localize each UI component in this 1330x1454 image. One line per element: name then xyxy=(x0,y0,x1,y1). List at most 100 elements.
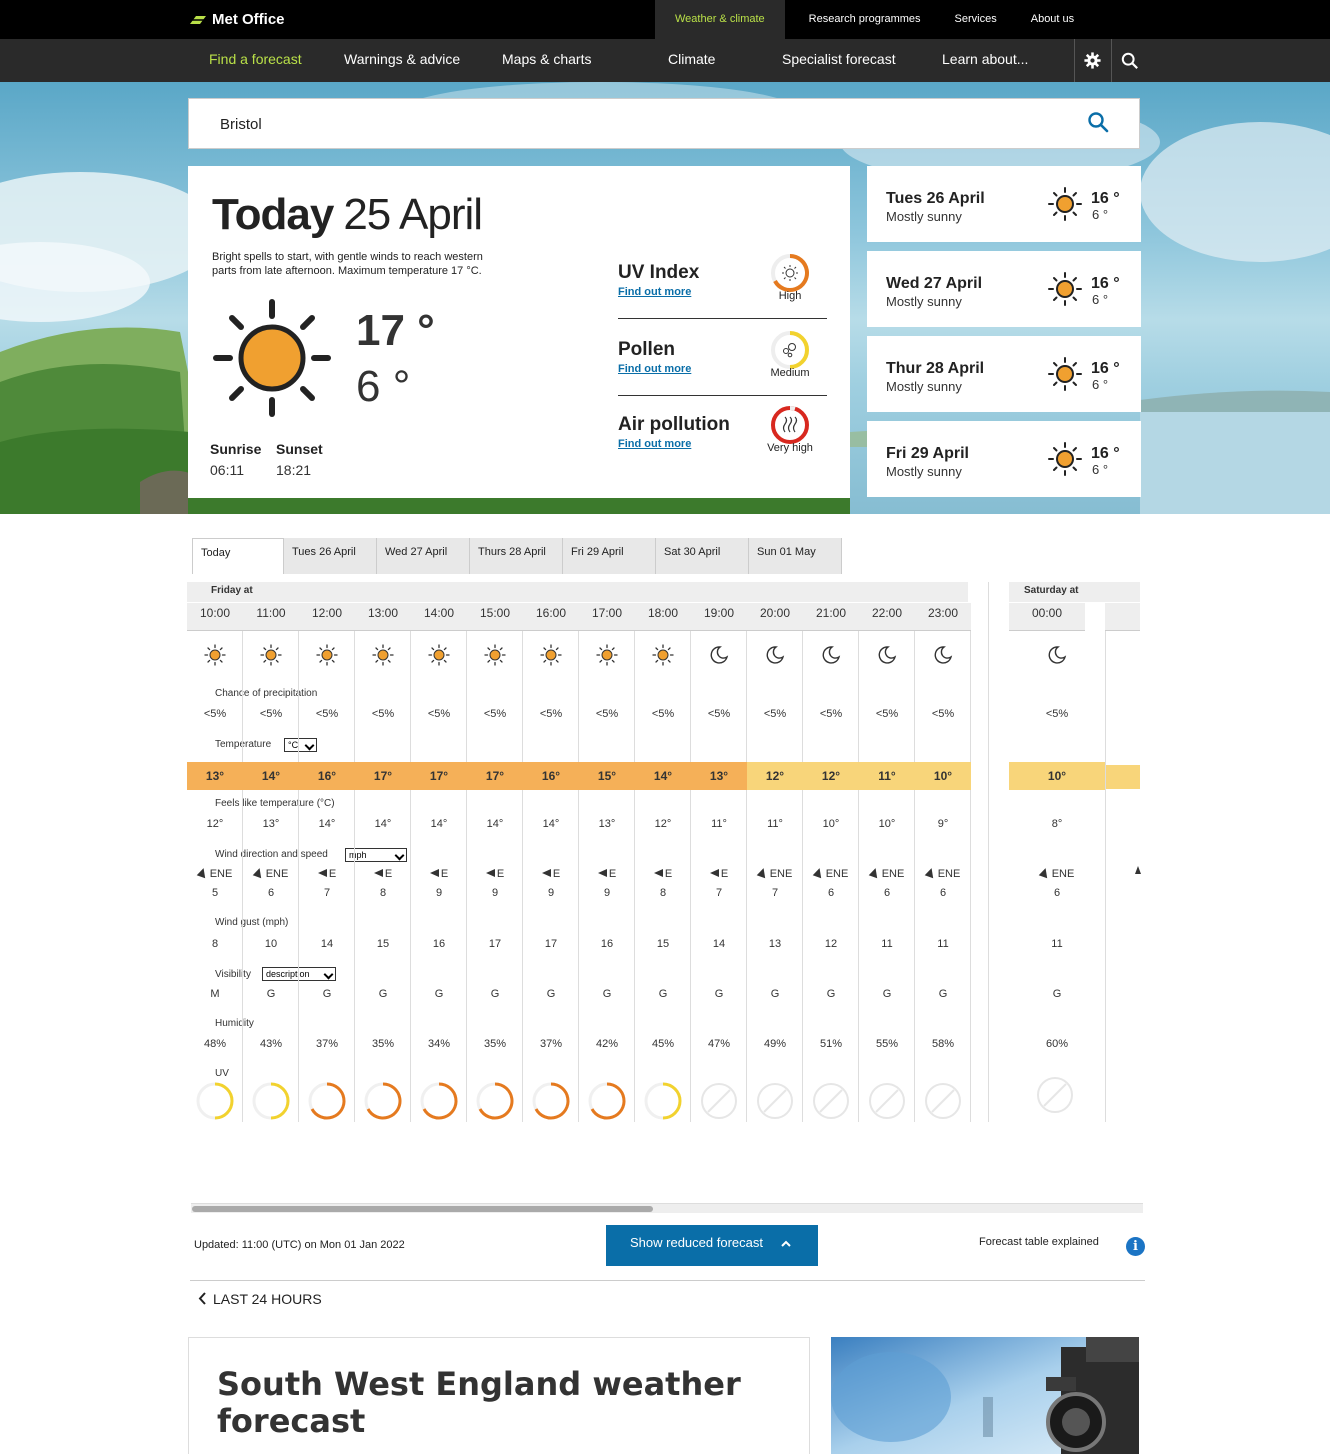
forecast-column: 18:00 <5% 14° 12° E 8 15 G 45% xyxy=(635,582,691,1122)
tab-sun[interactable]: Sun 01 May xyxy=(749,538,842,574)
location-search[interactable]: Bristol xyxy=(188,98,1140,149)
search-icon[interactable] xyxy=(1121,52,1139,70)
wind-direction: ENE xyxy=(859,866,915,880)
nav-warnings[interactable]: Warnings & advice xyxy=(344,39,460,82)
tab-today[interactable]: Today xyxy=(192,538,284,574)
toplink-weather-climate[interactable]: Weather & climate xyxy=(655,0,785,39)
wind-gust-value: 8 xyxy=(211,938,219,950)
nav-climate[interactable]: Climate xyxy=(668,39,715,82)
feels-like-value: 12° xyxy=(206,818,224,830)
uv-level: High xyxy=(778,290,802,302)
uv-index-panel: UV Index Find out more High xyxy=(618,254,828,336)
day-description: Mostly sunny xyxy=(886,379,962,394)
info-icon[interactable]: i xyxy=(1126,1237,1145,1256)
last-24-hours-link[interactable]: LAST 24 HOURS xyxy=(198,1291,322,1307)
forecast-column: 23:00 <5% 10° 9° ENE 6 11 G 58% xyxy=(915,582,971,1122)
tab-fri[interactable]: Fri 29 April xyxy=(563,538,656,574)
precip-value: <5% xyxy=(707,708,731,720)
wind-direction: ENE xyxy=(747,866,803,880)
feels-like-value: 14° xyxy=(542,818,560,830)
uv-level-icon xyxy=(699,1081,739,1126)
pollen-panel: Pollen Find out more Medium xyxy=(618,331,828,413)
wind-direction: E xyxy=(299,868,355,880)
wind-direction-label: E xyxy=(440,868,449,880)
wind-direction-label: E xyxy=(608,868,617,880)
forecast-column: 19:00 <5% 13° 11° E 7 14 G 47% xyxy=(691,582,747,1122)
uv-level-icon xyxy=(195,1081,235,1126)
wind-speed: 9 xyxy=(435,887,443,899)
humidity-value: 51% xyxy=(819,1038,843,1050)
hour-time: 10:00 xyxy=(187,603,243,631)
nav-maps-charts[interactable]: Maps & charts xyxy=(502,39,591,82)
nav-specialist[interactable]: Specialist forecast xyxy=(782,39,896,82)
today-date: 25 April xyxy=(343,190,483,239)
day-name: Fri 29 April xyxy=(886,445,969,462)
day-card-thu[interactable]: Thur 28 April Mostly sunny 16 ° 6 ° xyxy=(867,336,1141,412)
humidity-value: 35% xyxy=(483,1038,507,1050)
wind-direction: ENE xyxy=(187,866,243,880)
wind-gust-value: 15 xyxy=(656,938,670,950)
day-name: Wed 27 April xyxy=(886,275,983,292)
hour-time: 19:00 xyxy=(691,603,747,631)
show-reduced-forecast-button[interactable]: Show reduced forecast xyxy=(606,1225,818,1266)
tab-wed[interactable]: Wed 27 April xyxy=(377,538,470,574)
forecast-table-explained-link[interactable]: Forecast table explained xyxy=(979,1236,1099,1248)
day-card-fri[interactable]: Fri 29 April Mostly sunny 16 ° 6 ° xyxy=(867,421,1141,497)
today-summary-card: Today 25 April Bright spells to start, wi… xyxy=(188,166,850,498)
sunny-icon xyxy=(1048,442,1082,476)
clear-night-icon xyxy=(708,644,730,671)
uv-ring-icon xyxy=(771,254,809,292)
forecast-day-tabs: Today Tues 26 April Wed 27 April Thurs 2… xyxy=(192,538,842,574)
show-reduced-forecast-label: Show reduced forecast xyxy=(630,1235,763,1250)
uv-level-icon xyxy=(811,1081,851,1126)
toplink-services[interactable]: Services xyxy=(938,0,1014,39)
min-temperature: 6 ° xyxy=(356,362,411,411)
clear-night-icon xyxy=(932,644,954,671)
nav-learn-about[interactable]: Learn about... xyxy=(942,39,1028,82)
regional-forecast-card[interactable]: South West England weather forecast xyxy=(188,1337,810,1454)
toplink-research[interactable]: Research programmes xyxy=(785,0,938,39)
pollen-find-out-more-link[interactable]: Find out more xyxy=(618,363,691,375)
uv-find-out-more-link[interactable]: Find out more xyxy=(618,286,691,298)
day-max-temp: 16 ° xyxy=(1091,445,1120,462)
temperature-value: 12° xyxy=(803,762,859,790)
toplink-about[interactable]: About us xyxy=(1014,0,1091,39)
humidity-value: 37% xyxy=(315,1038,339,1050)
search-icon[interactable] xyxy=(1087,111,1109,133)
presenter-video-thumbnail[interactable] xyxy=(831,1337,1139,1454)
forecast-column: 11:00 <5% 14° 13° ENE 6 10 G 43% xyxy=(243,582,299,1122)
uv-level-icon xyxy=(923,1081,963,1126)
hour-time: 12:00 xyxy=(299,603,355,631)
temperature-value: 17° xyxy=(411,762,467,790)
wind-gust-value: 11 xyxy=(881,938,893,950)
day-card-tue[interactable]: Tues 26 April Mostly sunny 16 ° 6 ° xyxy=(867,166,1141,242)
hour-time: 17:00 xyxy=(579,603,635,631)
tab-thu[interactable]: Thurs 28 April xyxy=(470,538,563,574)
day-divider xyxy=(988,582,989,1122)
table-scrollbar[interactable] xyxy=(191,1203,1143,1213)
wind-direction-label: E xyxy=(664,868,673,880)
hour-time: 11:00 xyxy=(243,603,299,631)
feels-like-value: 14° xyxy=(430,818,448,830)
tab-tue[interactable]: Tues 26 April xyxy=(284,538,377,574)
nav-find-forecast[interactable]: Find a forecast xyxy=(209,39,302,82)
precip-value: <5% xyxy=(371,708,395,720)
day-max-temp: 16 ° xyxy=(1091,190,1120,207)
sunny-icon xyxy=(484,644,506,671)
air-pollution-find-out-more-link[interactable]: Find out more xyxy=(618,438,691,450)
regional-forecast-title: South West England weather forecast xyxy=(217,1365,741,1440)
scrollbar-thumb[interactable] xyxy=(192,1206,653,1212)
clear-night-icon xyxy=(1046,644,1068,671)
met-office-logo[interactable]: Met Office xyxy=(188,11,285,28)
feels-like-value: 10° xyxy=(878,818,896,830)
forecast-column: 16:00 <5% 16° 14° E 9 17 G 37% xyxy=(523,582,579,1122)
temperature-value: 14° xyxy=(243,762,299,790)
wind-speed: 6 xyxy=(1053,887,1061,899)
precip-value: <5% xyxy=(595,708,619,720)
gear-icon[interactable] xyxy=(1084,52,1101,69)
tab-sat[interactable]: Sat 30 April xyxy=(656,538,749,574)
visibility-value: G xyxy=(938,988,948,1000)
search-input[interactable]: Bristol xyxy=(220,116,262,133)
day-card-wed[interactable]: Wed 27 April Mostly sunny 16 ° 6 ° xyxy=(867,251,1141,327)
humidity-value: 48% xyxy=(203,1038,227,1050)
